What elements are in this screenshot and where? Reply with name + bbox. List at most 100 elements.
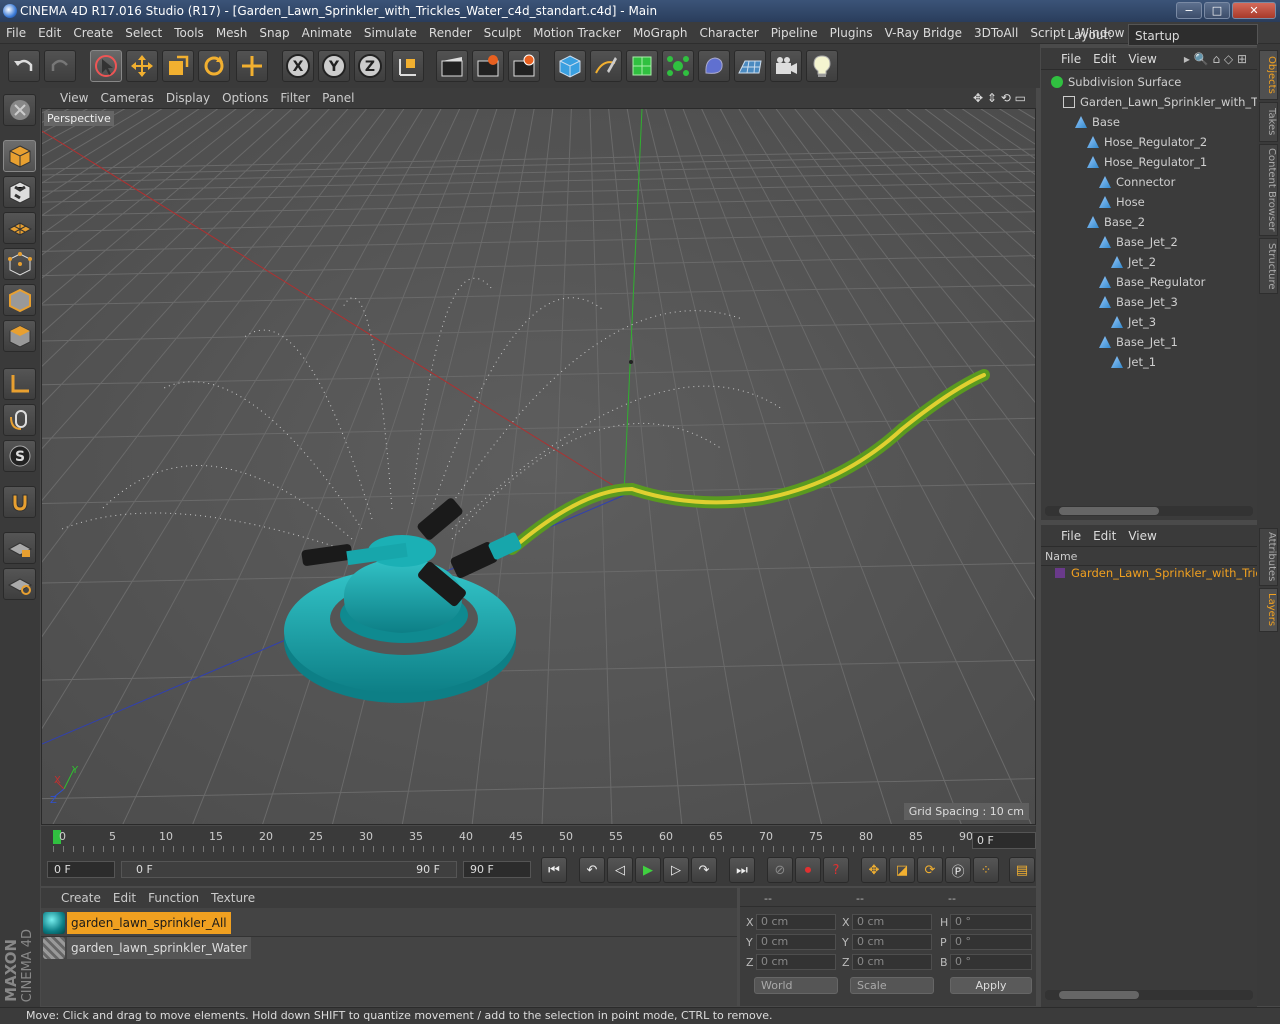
timeline-window-icon[interactable]: ▤	[1009, 857, 1035, 883]
object-manager-toolbar-icons[interactable]: ▸ 🔍 ⌂ ◇ ⊞	[1178, 48, 1253, 70]
timeline-ruler[interactable]: 0 5 10 15 20 25 30 35 40 45 50 55 60 65 70 75 80 85 90 0 F	[41, 826, 1036, 856]
frame-range-slider[interactable]: 0 F 90 F	[121, 861, 457, 878]
current-frame-field[interactable]: 0 F	[972, 832, 1036, 849]
coordinate-mode-dropdown[interactable]: World	[754, 977, 838, 994]
key-parameter-icon[interactable]: Ⓟ	[945, 857, 971, 883]
cloner-icon[interactable]	[662, 50, 694, 82]
go-to-start-icon[interactable]: ⏮	[541, 857, 567, 883]
object-tree-item[interactable]: Base_2	[1087, 212, 1145, 232]
previous-key-icon[interactable]: ↶	[579, 857, 605, 883]
perspective-viewport[interactable]: Y X Z Perspective Grid Spacing : 10 cm	[41, 108, 1036, 825]
menu-edit[interactable]: Edit	[32, 22, 67, 44]
autokeying-icon[interactable]: ⏺	[795, 857, 821, 883]
magnet-icon[interactable]	[3, 486, 36, 518]
object-tree-item[interactable]: Hose_Regulator_2	[1087, 132, 1207, 152]
menu-select[interactable]: Select	[119, 22, 168, 44]
viewport-menu-filter[interactable]: Filter	[274, 88, 316, 108]
menu-sculpt[interactable]: Sculpt	[478, 22, 527, 44]
menu-animate[interactable]: Animate	[296, 22, 358, 44]
snapping-icon[interactable]: S	[3, 440, 36, 472]
pen-spline-icon[interactable]	[590, 50, 622, 82]
camera-icon[interactable]	[770, 50, 802, 82]
position-x-field[interactable]: 0 cm	[756, 914, 836, 930]
menu-render[interactable]: Render	[423, 22, 478, 44]
menu-plugins[interactable]: Plugins	[824, 22, 879, 44]
object-menu-edit[interactable]: Edit	[1087, 48, 1122, 70]
points-mode-icon[interactable]	[3, 248, 36, 280]
make-editable-icon[interactable]	[3, 94, 36, 126]
workplane-mode-icon[interactable]	[3, 212, 36, 244]
menu-tools[interactable]: Tools	[168, 22, 210, 44]
scale-icon[interactable]	[162, 50, 194, 82]
next-key-icon[interactable]: ↷	[691, 857, 717, 883]
coordinate-system-icon[interactable]	[392, 50, 424, 82]
model-mode-icon[interactable]	[3, 140, 36, 172]
render-picture-viewer-icon[interactable]	[472, 50, 504, 82]
object-tree-item[interactable]: Garden_Lawn_Sprinkler_with_Tri	[1063, 92, 1264, 112]
camera-label[interactable]: Perspective	[44, 111, 114, 126]
tab-attributes[interactable]: Attributes	[1259, 528, 1278, 586]
edit-render-settings-icon[interactable]	[508, 50, 540, 82]
rotation-h-field[interactable]: 0 °	[950, 914, 1032, 930]
key-rotation-icon[interactable]: ⟳	[917, 857, 943, 883]
size-y-field[interactable]: 0 cm	[852, 934, 932, 950]
apply-button[interactable]: Apply	[950, 977, 1032, 994]
floor-icon[interactable]	[734, 50, 766, 82]
texture-mode-icon[interactable]	[3, 176, 36, 208]
object-tree-item[interactable]: Base	[1075, 112, 1120, 132]
material-menu-edit[interactable]: Edit	[107, 888, 142, 908]
layer-menu-view[interactable]: View	[1122, 525, 1162, 547]
edges-mode-icon[interactable]	[3, 284, 36, 316]
material-item[interactable]: garden_lawn_sprinkler_Water	[43, 937, 252, 959]
object-tree-item[interactable]: Jet_2	[1111, 252, 1156, 272]
menu-create[interactable]: Create	[67, 22, 119, 44]
key-position-icon[interactable]: ✥	[861, 857, 887, 883]
viewport-navigation-icons[interactable]: ✥ ⇕ ⟲ ▭	[967, 88, 1032, 108]
recent-tool-icon[interactable]	[236, 50, 268, 82]
close-button[interactable]: ✕	[1232, 2, 1276, 19]
rotation-p-field[interactable]: 0 °	[950, 934, 1032, 950]
light-icon[interactable]	[806, 50, 838, 82]
maximize-button[interactable]: □	[1204, 2, 1230, 19]
menu-character[interactable]: Character	[693, 22, 764, 44]
z-axis-lock-icon[interactable]: Z	[354, 50, 386, 82]
tab-takes[interactable]: Takes	[1259, 102, 1278, 142]
layer-menu-edit[interactable]: Edit	[1087, 525, 1122, 547]
tweak-mode-icon[interactable]	[3, 404, 36, 436]
previous-frame-icon[interactable]: ◁	[607, 857, 633, 883]
go-to-end-icon[interactable]: ⏭	[729, 857, 755, 883]
object-tree-item[interactable]: Connector	[1099, 172, 1175, 192]
object-tree-item[interactable]: Jet_3	[1111, 312, 1156, 332]
viewport-menu-display[interactable]: Display	[160, 88, 216, 108]
object-tree-item[interactable]: Hose_Regulator_1	[1087, 152, 1207, 172]
key-point-level-icon[interactable]: ⁘	[973, 857, 999, 883]
subdivision-icon[interactable]	[626, 50, 658, 82]
undo-icon[interactable]	[8, 50, 40, 82]
viewport-menu-options[interactable]: Options	[216, 88, 274, 108]
object-menu-view[interactable]: View	[1122, 48, 1162, 70]
position-y-field[interactable]: 0 cm	[756, 934, 836, 950]
object-tree-item[interactable]: Base_Jet_2	[1099, 232, 1178, 252]
layer-manager-scrollbar[interactable]	[1045, 990, 1253, 1000]
object-tree-item[interactable]: Base_Jet_1	[1099, 332, 1178, 352]
keyframe-selection-icon[interactable]: ?	[823, 857, 849, 883]
object-tree-item[interactable]: Subdivision Surface	[1051, 72, 1181, 92]
viewport-menu-cameras[interactable]: Cameras	[94, 88, 159, 108]
material-menu-texture[interactable]: Texture	[205, 888, 261, 908]
menu-simulate[interactable]: Simulate	[358, 22, 423, 44]
layer-color-swatch[interactable]	[1055, 568, 1065, 578]
viewport-menu-panel[interactable]: Panel	[316, 88, 360, 108]
redo-icon[interactable]	[44, 50, 76, 82]
size-z-field[interactable]: 0 cm	[852, 954, 932, 970]
menu-mesh[interactable]: Mesh	[210, 22, 254, 44]
object-tree-item[interactable]: Jet_1	[1111, 352, 1156, 372]
enable-axis-icon[interactable]	[3, 368, 36, 400]
render-view-icon[interactable]	[436, 50, 468, 82]
menu-snap[interactable]: Snap	[253, 22, 295, 44]
tab-content-browser[interactable]: Content Browser	[1259, 144, 1278, 236]
material-item[interactable]: garden_lawn_sprinkler_All	[43, 912, 231, 934]
minimize-button[interactable]: −	[1176, 2, 1202, 19]
material-menu-function[interactable]: Function	[142, 888, 205, 908]
workplane-lock-icon[interactable]	[3, 532, 36, 564]
live-selection-icon[interactable]	[90, 50, 122, 82]
